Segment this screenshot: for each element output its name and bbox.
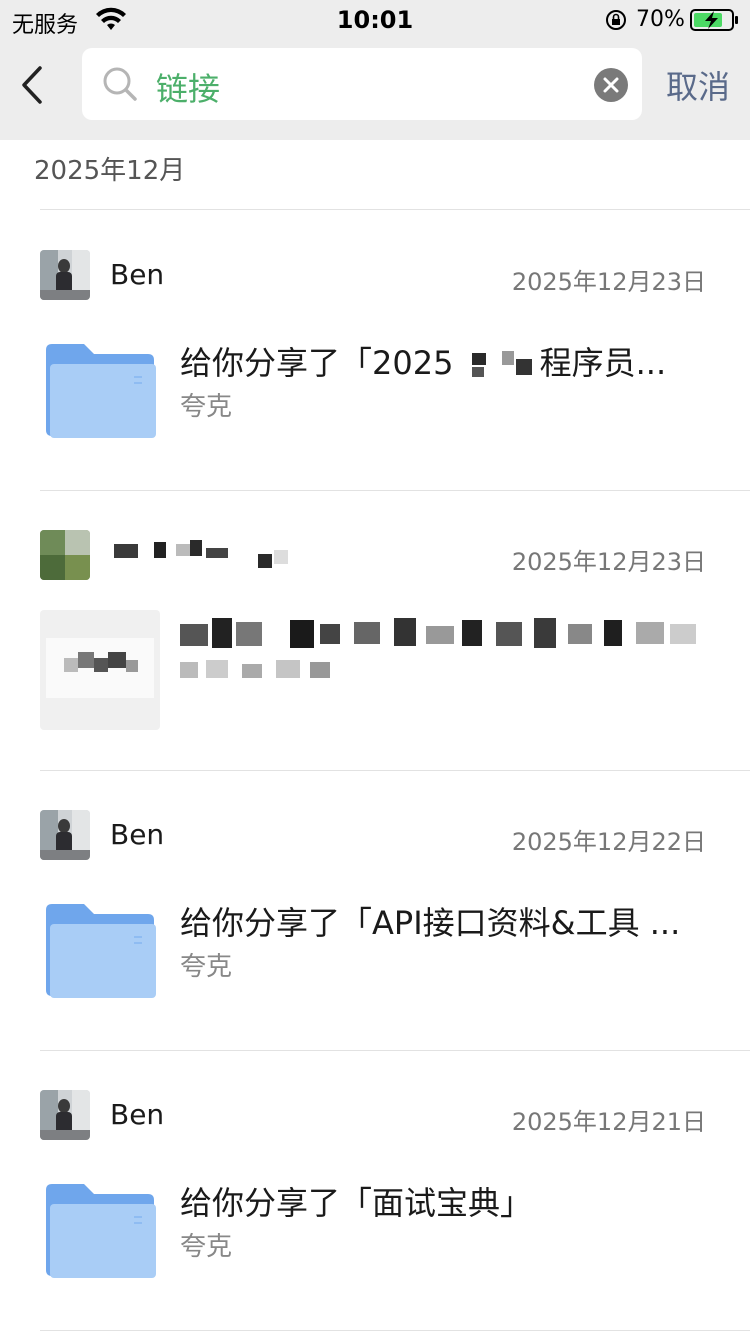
link-source: 夸克 xyxy=(180,952,233,982)
sender-name: Ben xyxy=(110,818,165,851)
avatar[interactable] xyxy=(40,530,90,580)
top-area: 无服务 10:01 70% 链接 取消 xyxy=(0,0,750,140)
month-section-title: 2025年12月 xyxy=(34,156,186,186)
folder-icon xyxy=(46,344,156,438)
link-title: 给你分享了「2025 程序员... xyxy=(180,344,667,382)
link-title: 给你分享了「API接口资料&工具 ... xyxy=(180,904,681,942)
sender-name: Ben xyxy=(110,258,165,291)
message-date: 2025年12月22日 xyxy=(511,828,706,856)
search-result-item[interactable]: 2025年12月23日 xyxy=(0,490,750,770)
folder-icon xyxy=(46,1184,156,1278)
avatar[interactable] xyxy=(40,810,90,860)
search-input[interactable]: 链接 xyxy=(156,64,596,110)
folder-icon xyxy=(46,904,156,998)
link-preview-thumbnail xyxy=(40,610,160,730)
redacted-text xyxy=(464,349,540,381)
redacted-sender xyxy=(110,536,300,576)
clear-search-icon[interactable] xyxy=(594,68,628,102)
search-result-item[interactable]: Ben 2025年12月23日 给你分享了「2025 程序员... 夸克 xyxy=(0,210,750,490)
avatar[interactable] xyxy=(40,1090,90,1140)
message-date: 2025年12月23日 xyxy=(511,268,706,296)
link-source: 夸克 xyxy=(180,1232,233,1262)
status-bar: 无服务 10:01 70% xyxy=(0,0,750,42)
rotation-lock-icon xyxy=(606,10,626,30)
redacted-title xyxy=(180,614,710,694)
search-icon xyxy=(103,67,137,101)
link-title: 给你分享了「面试宝典」 xyxy=(180,1184,533,1222)
cancel-button[interactable]: 取消 xyxy=(666,62,730,108)
battery-percent: 70% xyxy=(636,7,685,32)
message-date: 2025年12月23日 xyxy=(511,548,706,576)
avatar[interactable] xyxy=(40,250,90,300)
link-source: 夸克 xyxy=(180,392,233,422)
search-field[interactable]: 链接 xyxy=(82,48,642,120)
search-result-item[interactable]: Ben 2025年12月21日 给你分享了「面试宝典」 夸克 xyxy=(0,1050,750,1330)
divider xyxy=(40,1330,750,1331)
sender-name: Ben xyxy=(110,1098,165,1131)
message-date: 2025年12月21日 xyxy=(511,1108,706,1136)
chevron-left-icon[interactable] xyxy=(14,60,54,110)
search-result-item[interactable]: Ben 2025年12月22日 给你分享了「API接口资料&工具 ... 夸克 xyxy=(0,770,750,1050)
search-nav-bar: 链接 取消 xyxy=(0,42,750,140)
battery-charging-icon xyxy=(690,9,738,31)
